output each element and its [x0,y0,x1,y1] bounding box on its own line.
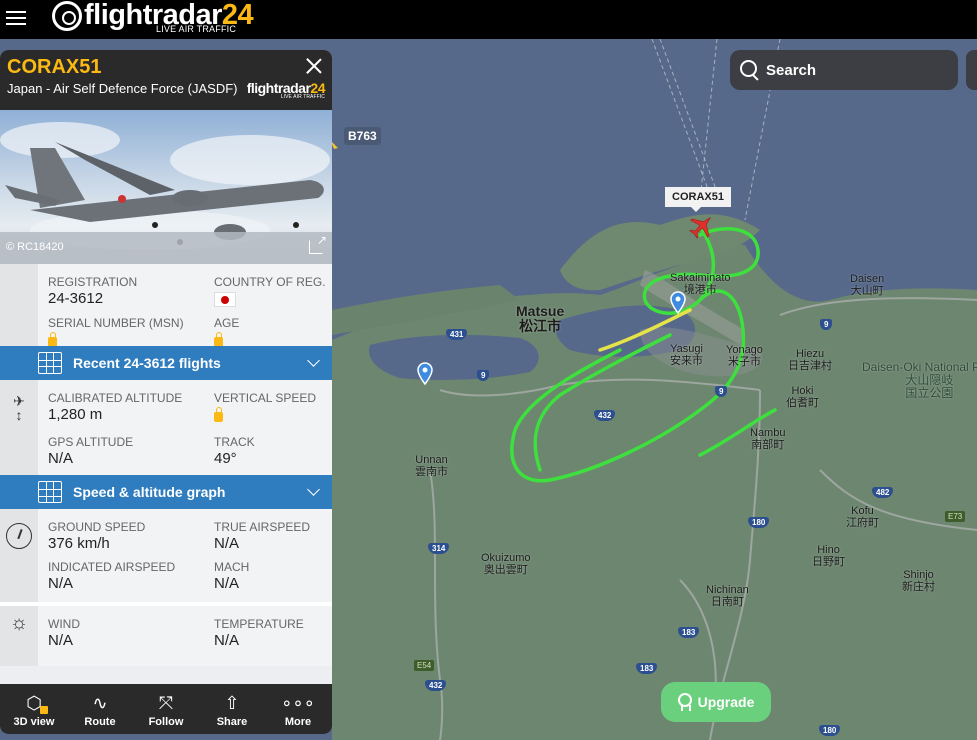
search-icon [740,60,760,80]
cube-icon: ⬡ [26,692,48,714]
weather-icon: ☼ [9,612,29,634]
logo-tagline: LIVE AIR TRAFFIC [156,24,237,34]
search-box[interactable]: Search [730,50,958,90]
graph-label: Speed & altitude graph [73,484,226,500]
place-yasugi: Yasugi 安来市 [670,343,703,367]
age-label: AGE [214,316,240,330]
place-yonago: Yonago 米子市 [726,344,763,368]
chevron-down-icon [307,483,320,496]
speed-altitude-graph-toggle[interactable]: Speed & altitude graph [0,475,332,509]
place-shinjo: Shinjo 新庄村 [902,569,935,593]
flight-info-panel: CORAX51 Japan - Air Self Defence Force (… [0,50,332,734]
registration-label: REGISTRATION [48,275,138,289]
menu-icon[interactable] [6,8,26,26]
expressway-shield: E73 [945,511,966,522]
place-nambu: Nambu 南部町 [750,427,786,451]
route-icon: ∿ [92,693,108,713]
aircraft-photo[interactable]: © RC18420 [0,110,332,264]
panel-header: CORAX51 Japan - Air Self Defence Force (… [0,50,332,110]
photo-credit-bar: © RC18420 [0,232,332,264]
indicated-airspeed-label: INDICATED AIRSPEED [48,560,176,574]
place-okuizumo: Okuizumo 奥出雲町 [481,552,531,576]
map-control-button[interactable] [966,50,977,90]
track-value: 49° [214,449,237,467]
follow-icon: ⤧ [158,693,174,713]
panel-callsign: CORAX51 [7,56,102,78]
ground-speed-label: GROUND SPEED [48,520,146,534]
temperature-label: TEMPERATURE [214,617,304,631]
true-airspeed-label: TRUE AIRSPEED [214,520,311,534]
chevron-down-icon [307,354,320,367]
calendar-icon [38,352,62,374]
place-sakaiminato: Sakaiminato 境港市 [670,272,731,296]
more-button[interactable]: ∘∘∘ More [268,684,328,734]
3d-view-button[interactable]: ⬡ 3D view [4,684,64,734]
place-matsue: Matsue 松江市 [516,303,565,334]
mach-value: N/A [214,575,240,592]
speedometer-icon [6,523,32,549]
wind-label: WIND [48,617,80,631]
altitude-section: ✈ ↕ CALIBRATED ALTITUDE 1,280 m VERTICAL … [0,380,332,475]
section-side [0,264,38,346]
recent-flights-toggle[interactable]: Recent 24-3612 flights [0,346,332,380]
country-label: COUNTRY OF REG. [214,275,326,289]
external-link-icon[interactable] [309,233,327,254]
route-button[interactable]: ∿ Route [70,684,130,734]
calibrated-altitude-label: CALIBRATED ALTITUDE [48,391,183,405]
mach-label: MACH [214,560,250,574]
panel-logo: flightradar24 LIVE AIR TRAFFIC [246,80,326,100]
search-label: Search [766,61,817,79]
airway-line [659,39,721,201]
place-kofu: Kofu 江府町 [846,505,879,529]
place-hoki: Hoki 伯耆町 [786,385,819,409]
radar-logo-icon [52,1,82,31]
airway-line [699,39,718,201]
selected-aircraft-label[interactable]: CORAX51 [665,187,731,212]
place-daisen: Daisen 大山町 [850,273,885,297]
gps-altitude-label: GPS ALTITUDE [48,434,134,449]
place-unnan: Unnan 雲南市 [415,454,448,478]
airway-line [651,39,713,201]
lock-icon [39,706,48,714]
share-button[interactable]: ⇧ Share [202,684,262,734]
award-icon [677,693,692,711]
park-daisen-oki: Daisen-Oki National Park大山隠岐国立公園 [862,360,977,400]
registration-value: 24-3612 [48,290,104,307]
upgrade-button[interactable]: Upgrade [661,682,771,722]
logo[interactable]: flightradar24 LIVE AIR TRAFFIC [52,0,254,39]
place-hiezu: Hiezu 日吉津村 [788,348,832,372]
top-bar: flightradar24 LIVE AIR TRAFFIC [0,0,977,39]
recent-flights-label: Recent 24-3612 flights [73,355,221,371]
aircraft-type-label[interactable]: B763 [344,127,381,145]
action-bar: ⬡ 3D view ∿ Route ⤧ Follow ⇧ Share ∘∘∘ M… [0,684,332,734]
wind-value: N/A [48,632,74,649]
place-nichinan: Nichinan 日南町 [706,584,749,608]
weather-section: ☼ WIND N/A TEMPERATURE N/A [0,606,332,666]
temperature-value: N/A [214,632,240,649]
graph-icon [38,481,62,503]
upgrade-label: Upgrade [697,694,755,710]
calibrated-altitude-value: 1,280 m [48,406,103,423]
ground-speed-value: 376 km/h [48,535,110,552]
vertical-speed-label: VERTICAL SPEED [214,391,317,405]
aircraft-section: REGISTRATION 24-3612 COUNTRY OF REG. SER… [0,264,332,347]
msn-label: SERIAL NUMBER (MSN) [48,316,184,330]
gps-altitude-value: N/A [48,449,74,467]
indicated-airspeed-value: N/A [48,575,74,592]
expressway-shield: E54 [414,660,435,671]
japan-flag-icon [214,292,236,307]
photo-credit[interactable]: © RC18420 [6,241,64,253]
speed-section: GROUND SPEED 376 km/h TRUE AIRSPEED N/A … [0,509,332,602]
lake-shinji [369,334,539,380]
share-icon: ⇧ [224,693,240,713]
true-airspeed-value: N/A [214,535,240,552]
altitude-icon: ✈ ↕ [13,393,25,423]
close-icon[interactable] [306,58,322,74]
lock-icon[interactable] [214,407,223,422]
place-hino: Hino 日野町 [812,544,845,568]
more-icon: ∘∘∘ [281,693,315,713]
track-label: TRACK [214,434,255,449]
follow-button[interactable]: ⤧ Follow [136,684,196,734]
